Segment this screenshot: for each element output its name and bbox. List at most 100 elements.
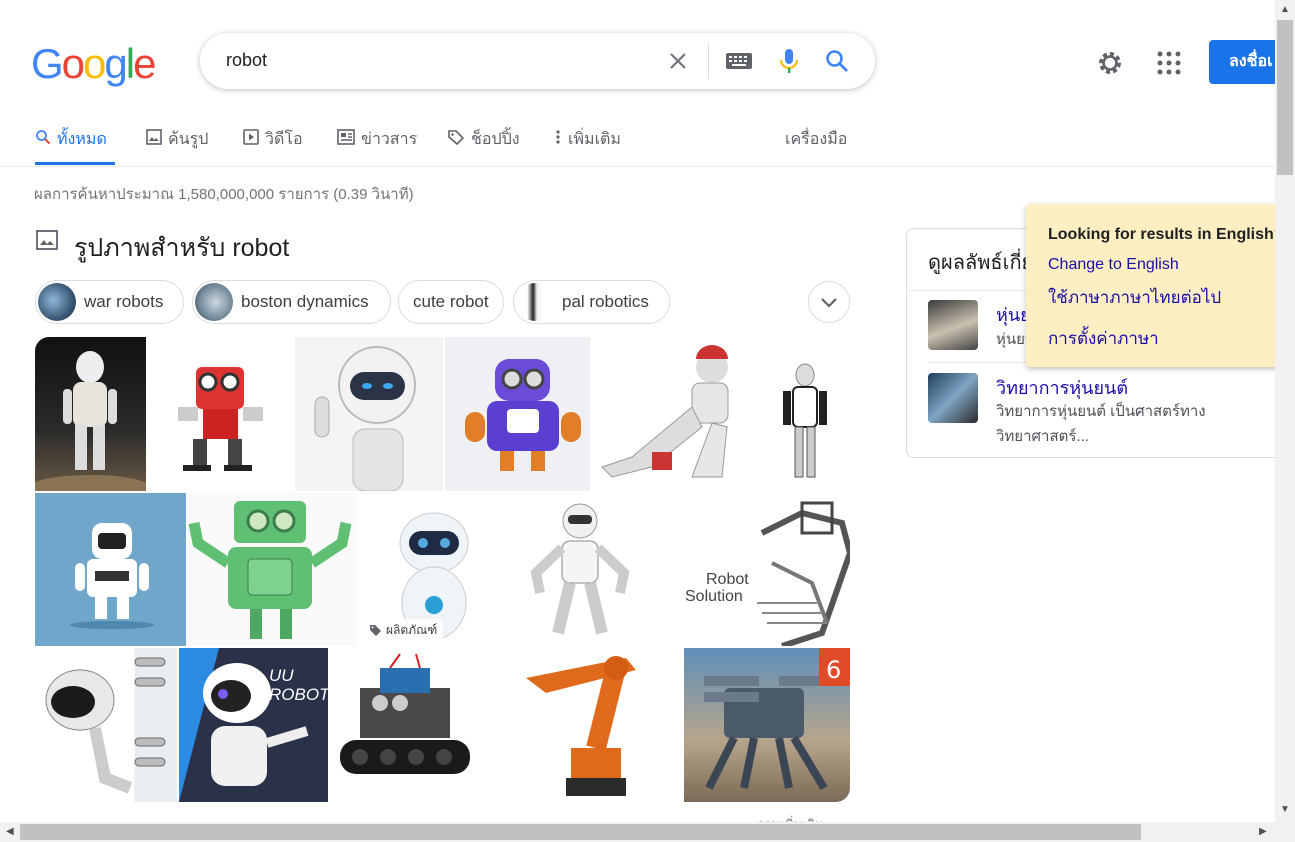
result-stats: ผลการค้นหาประมาณ 1,580,000,000 รายการ (0… bbox=[34, 186, 414, 203]
chevron-down-icon bbox=[821, 298, 837, 308]
image-thumbnail[interactable] bbox=[35, 337, 146, 491]
tab-label: เครื่องมือ bbox=[785, 131, 848, 148]
tab-label: วิดีโอ bbox=[265, 131, 303, 148]
tab-label: ทั้งหมด bbox=[57, 131, 107, 148]
logo-letter: g bbox=[104, 40, 127, 87]
product-badge: ผลิตภัณฑ์ bbox=[363, 619, 444, 642]
robot-image bbox=[465, 359, 581, 471]
image-thumbnail[interactable] bbox=[330, 648, 484, 802]
tab-all[interactable]: ทั้งหมด bbox=[35, 118, 115, 165]
logo-letter: l bbox=[125, 40, 135, 87]
search-divider bbox=[708, 44, 709, 79]
search-icon bbox=[36, 130, 51, 145]
tab-label: ช็อปปิ้ง bbox=[471, 131, 520, 148]
google-logo[interactable]: Google bbox=[31, 40, 156, 88]
robot-image bbox=[530, 503, 630, 635]
images-heading[interactable]: รูปภาพสำหรับ robot bbox=[74, 228, 289, 268]
image-thumbnail[interactable]: Robot Solution bbox=[652, 493, 850, 646]
search-icon[interactable] bbox=[824, 48, 850, 74]
image-icon bbox=[146, 129, 162, 145]
tag-icon bbox=[370, 625, 381, 636]
more-images-link[interactable]: ภาพเพิ่มเติม bbox=[756, 814, 823, 822]
image-thumbnail[interactable] bbox=[148, 337, 293, 491]
image-thumbnail[interactable]: 6 bbox=[684, 648, 850, 802]
uu-robot-text: UU ROBOT bbox=[269, 666, 328, 704]
image-thumbnail[interactable] bbox=[35, 493, 186, 646]
chip-label: boston dynamics bbox=[241, 292, 369, 311]
image-caption-line: Robot bbox=[706, 571, 749, 588]
tab-videos[interactable]: วิดีโอ bbox=[243, 118, 303, 164]
vertical-scroll-thumb[interactable] bbox=[1277, 20, 1293, 175]
image-grid: ผลิตภัณฑ์ Robot Solution UU ROBOT 6 bbox=[35, 337, 850, 802]
robot-image bbox=[188, 501, 352, 639]
result-thumbnail[interactable] bbox=[928, 300, 978, 350]
image-caption-line: Solution bbox=[685, 588, 743, 605]
keyboard-icon[interactable] bbox=[725, 51, 753, 71]
chip-boston-dynamics[interactable]: boston dynamics bbox=[192, 280, 391, 324]
image-thumbnail[interactable] bbox=[592, 337, 759, 491]
search-tabs: ทั้งหมด ค้นรูป วิดีโอ ข่าวสาร ช็อปปิ้ง เ… bbox=[0, 118, 1275, 167]
scroll-right-arrow-icon[interactable]: ▶ bbox=[1259, 826, 1267, 837]
image-thumbnail[interactable]: UU ROBOT bbox=[179, 648, 328, 802]
tab-label: ข่าวสาร bbox=[361, 131, 418, 148]
chip-label: war robots bbox=[84, 292, 164, 311]
tag-icon bbox=[448, 130, 465, 145]
image-thumbnail[interactable] bbox=[761, 337, 850, 491]
image-thumbnail[interactable]: ผลิตภัณฑ์ bbox=[359, 493, 508, 646]
chip-thumbnail bbox=[38, 283, 76, 321]
robot-image bbox=[45, 657, 166, 794]
chip-thumbnail bbox=[516, 283, 554, 321]
image-thumbnail[interactable] bbox=[445, 337, 590, 491]
chip-thumbnail bbox=[195, 283, 233, 321]
scroll-up-arrow-icon[interactable]: ▲ bbox=[1280, 4, 1290, 15]
chip-pal-robotics[interactable]: pal robotics bbox=[513, 280, 670, 324]
horizontal-scroll-thumb[interactable] bbox=[20, 824, 1141, 840]
image-thumbnail[interactable] bbox=[510, 493, 650, 646]
more-vert-icon bbox=[556, 130, 560, 144]
result-thumbnail[interactable] bbox=[928, 373, 978, 423]
image-thumbnail[interactable] bbox=[486, 648, 682, 802]
language-popup-title: Looking for results in English? bbox=[1048, 226, 1284, 243]
tab-shopping[interactable]: ช็อปปิ้ง bbox=[447, 118, 520, 164]
keep-thai-link[interactable]: ใช้ภาษาภาษาไทยต่อไป bbox=[1048, 284, 1221, 311]
tab-news[interactable]: ข่าวสาร bbox=[337, 118, 417, 164]
search-input[interactable]: robot bbox=[226, 50, 267, 71]
search-box[interactable] bbox=[200, 33, 875, 89]
gear-icon[interactable] bbox=[1096, 49, 1124, 77]
apps-grid-icon[interactable] bbox=[1156, 50, 1182, 76]
chip-label: pal robotics bbox=[562, 292, 649, 311]
logo-letter: e bbox=[133, 40, 156, 87]
robot-image bbox=[70, 523, 154, 629]
logo-letter: G bbox=[31, 40, 64, 87]
chip-war-robots[interactable]: war robots bbox=[35, 280, 184, 324]
robot-image bbox=[783, 363, 827, 478]
tab-label: เพิ่มเติม bbox=[568, 131, 621, 148]
image-caption-line: UU bbox=[269, 666, 294, 685]
chip-label: cute robot bbox=[413, 292, 489, 311]
language-settings-link[interactable]: การตั้งค่าภาษา bbox=[1048, 325, 1159, 352]
robot-image bbox=[35, 351, 146, 491]
chip-cute-robot[interactable]: cute robot bbox=[398, 280, 504, 324]
robot-image bbox=[526, 656, 636, 796]
svg-text:6: 6 bbox=[826, 656, 841, 684]
close-icon[interactable] bbox=[666, 49, 690, 73]
video-icon bbox=[243, 129, 259, 145]
robot-solution-text: Robot Solution bbox=[685, 571, 749, 605]
robot-image: 6 bbox=[704, 648, 850, 791]
image-thumbnail[interactable] bbox=[35, 648, 177, 802]
tab-images[interactable]: ค้นรูป bbox=[146, 118, 208, 164]
scroll-left-arrow-icon[interactable]: ◀ bbox=[6, 826, 14, 837]
mic-icon[interactable] bbox=[777, 47, 801, 75]
robot-image bbox=[314, 346, 416, 491]
robot-image bbox=[601, 345, 729, 478]
image-icon bbox=[36, 230, 58, 250]
tab-tools[interactable]: เครื่องมือ bbox=[785, 118, 847, 164]
robot-image bbox=[757, 501, 850, 646]
tab-more[interactable]: เพิ่มเติม bbox=[554, 118, 621, 164]
change-to-english-link[interactable]: Change to English bbox=[1048, 256, 1179, 274]
image-thumbnail[interactable] bbox=[188, 493, 357, 646]
related-link-robotics[interactable]: วิทยาการหุ่นยนต์ bbox=[996, 373, 1128, 402]
image-thumbnail[interactable] bbox=[295, 337, 443, 491]
scroll-down-arrow-icon[interactable]: ▼ bbox=[1280, 804, 1290, 815]
expand-chips-button[interactable] bbox=[808, 281, 850, 323]
